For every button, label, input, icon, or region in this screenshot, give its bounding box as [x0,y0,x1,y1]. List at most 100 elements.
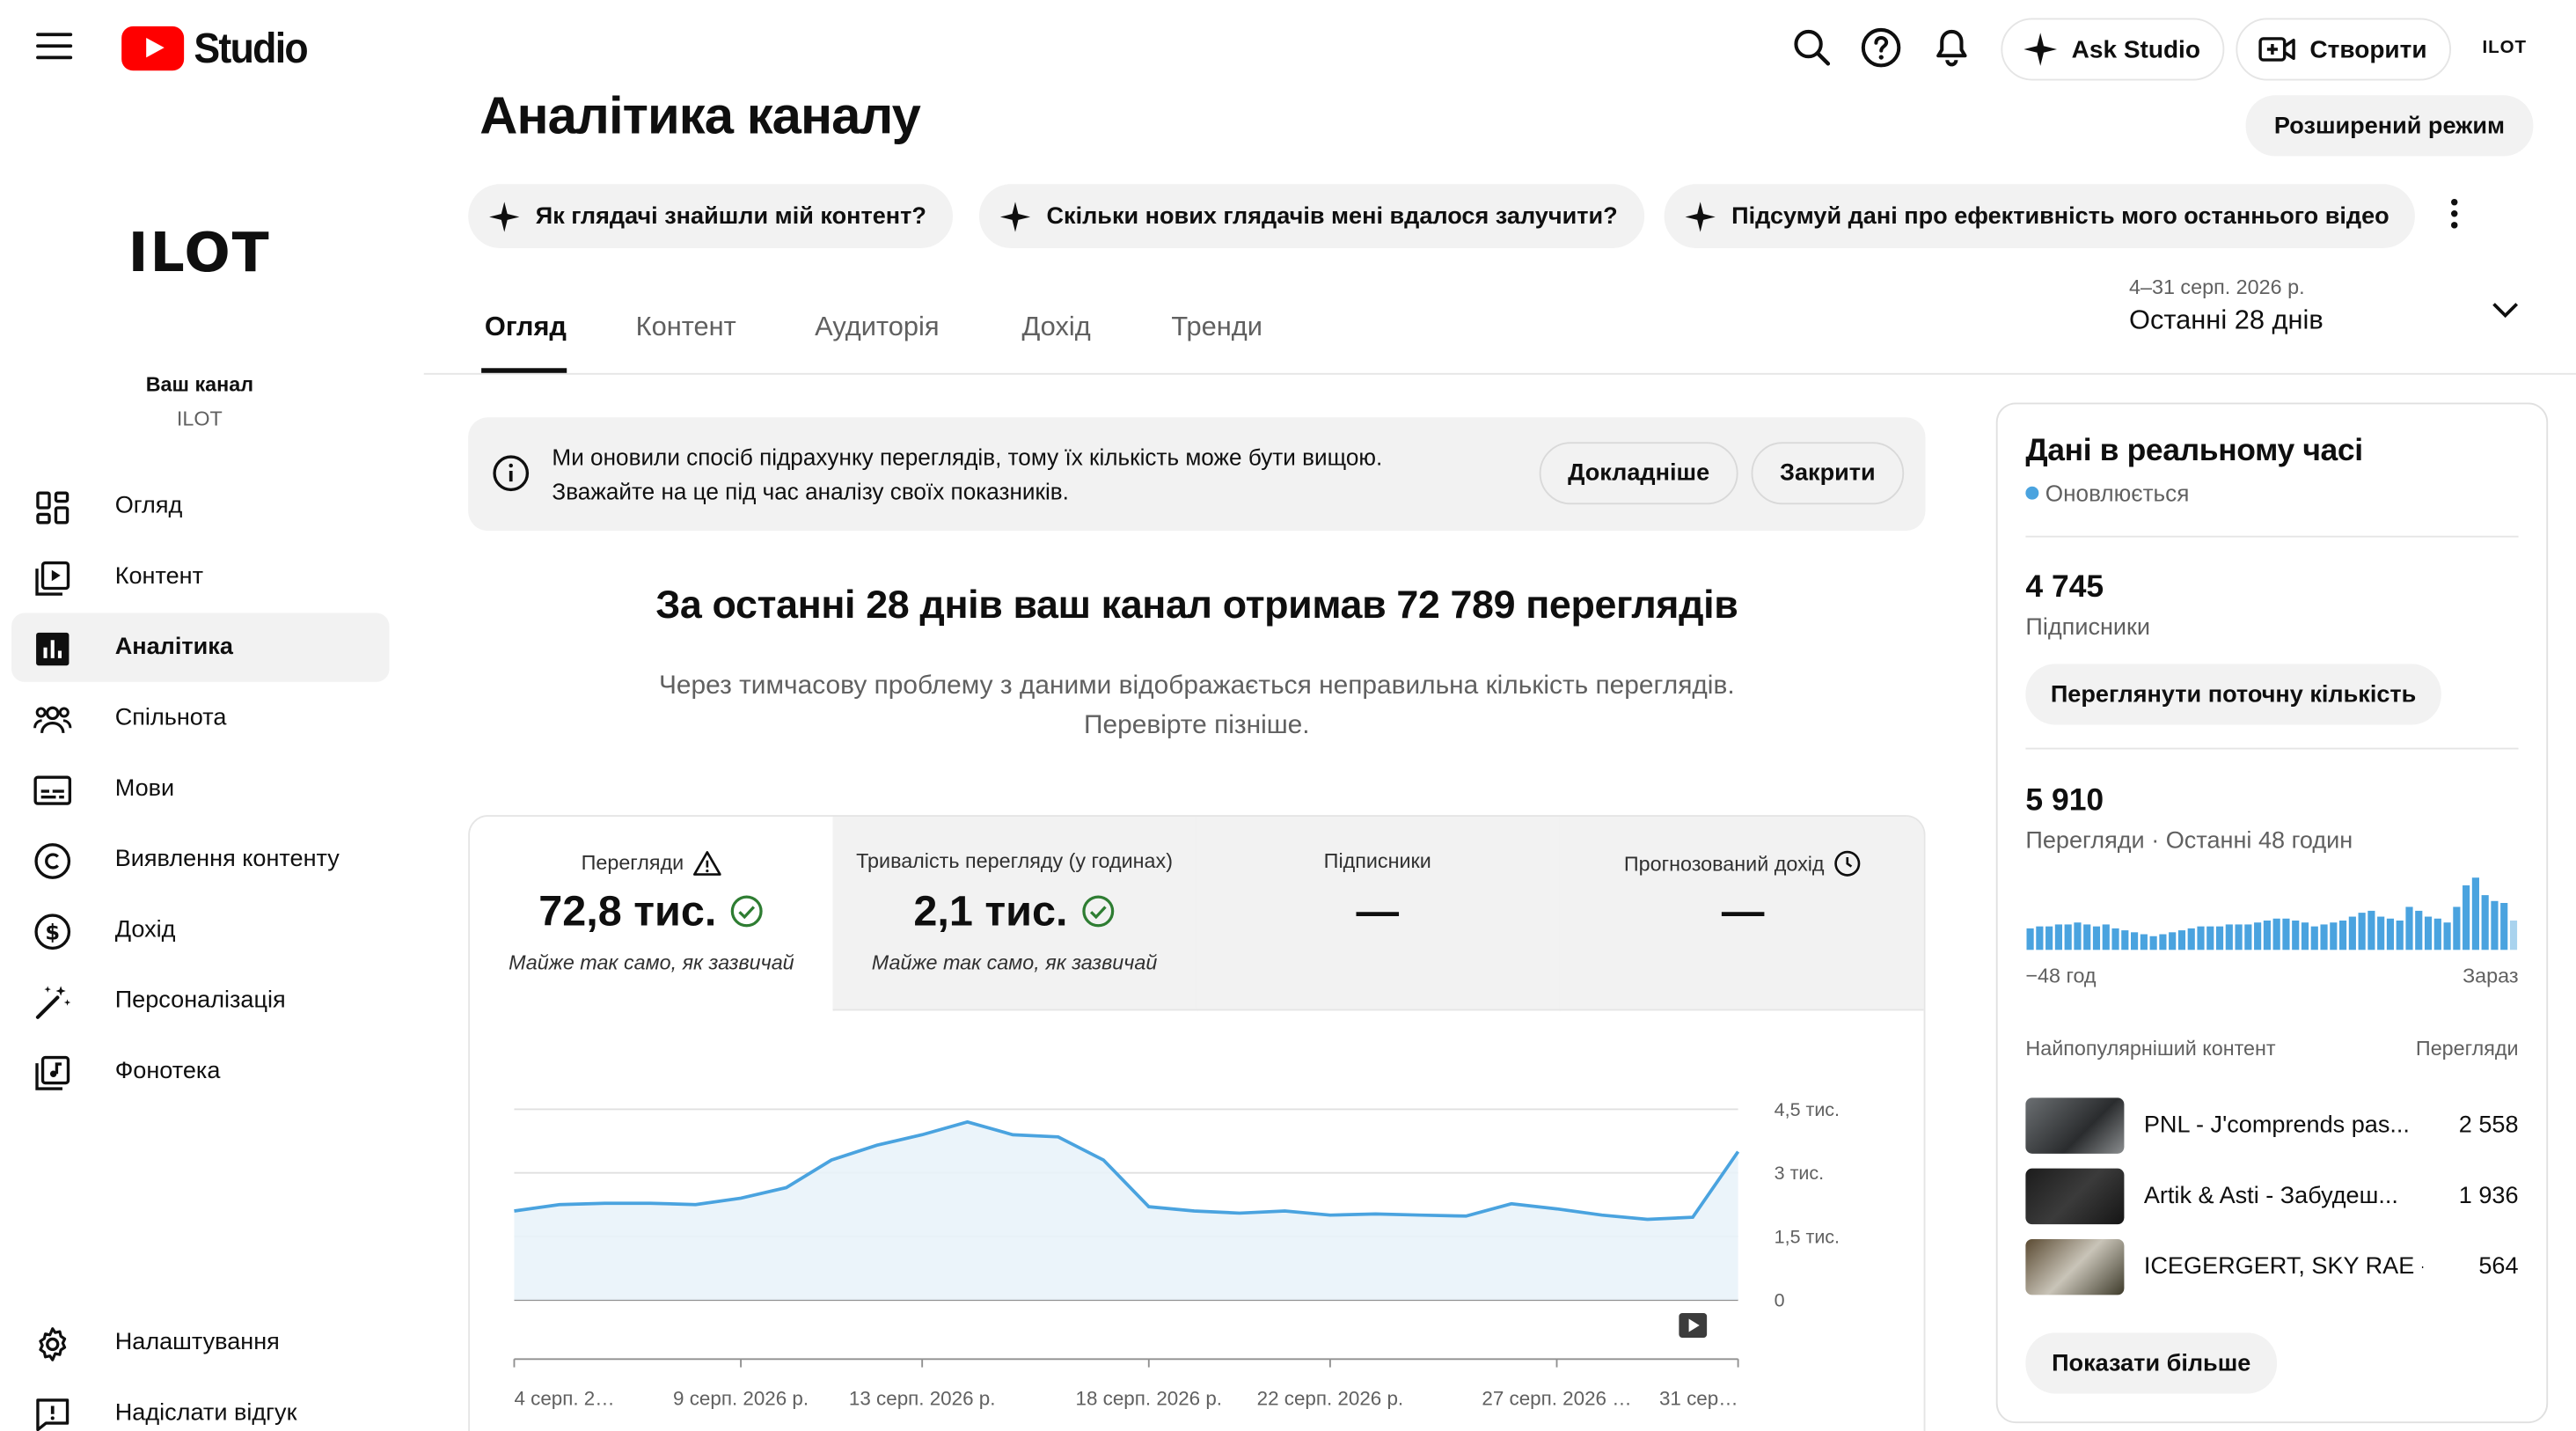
realtime-bar[interactable] [2187,928,2195,950]
menu-icon[interactable] [36,33,73,62]
chevron-down-icon[interactable] [2489,299,2521,322]
realtime-bar[interactable] [2348,916,2356,950]
realtime-bar[interactable] [2377,916,2385,950]
realtime-bar[interactable] [2083,924,2091,950]
realtime-bar[interactable] [2415,910,2423,950]
realtime-bar[interactable] [2244,924,2252,950]
more-options-icon[interactable] [2436,194,2472,233]
help-icon[interactable] [1860,26,1903,70]
metric-watch-time[interactable]: Тривалість перегляду (у годинах) 2,1 тис… [832,817,1198,1011]
realtime-bar[interactable] [2177,930,2186,950]
sidebar-item-community[interactable]: Спільнота [11,684,389,752]
tab-content[interactable]: Контент [636,312,736,343]
realtime-bar[interactable] [2102,924,2110,950]
realtime-bar[interactable] [2092,926,2101,950]
sidebar-item-customization[interactable]: Персоналізація [11,966,389,1035]
realtime-bar[interactable] [2036,926,2044,950]
realtime-bar[interactable] [2026,928,2034,950]
realtime-bar[interactable] [2386,918,2395,950]
tab-audience[interactable]: Аудиторія [815,312,939,343]
realtime-bar[interactable] [2358,913,2366,950]
suggestion-chip[interactable]: Підсумуй дані про ефективність мого оста… [1664,184,2416,248]
sidebar-item-feedback[interactable]: Надіслати відгук [11,1379,389,1431]
realtime-bar[interactable] [2292,920,2300,950]
realtime-bar[interactable] [2159,934,2167,950]
realtime-bar[interactable] [2338,920,2347,950]
realtime-bar[interactable] [2310,926,2318,950]
video-marker-icon[interactable] [1679,1312,1708,1338]
sidebar-item-settings[interactable]: Налаштування [11,1308,389,1376]
realtime-bar[interactable] [2074,922,2082,950]
suggestion-chip[interactable]: Як глядачі знайшли мій контент? [468,184,953,248]
metric-subscribers[interactable]: Підписники — [1196,817,1561,1011]
realtime-bar[interactable] [2471,877,2479,950]
realtime-bar[interactable] [2463,885,2470,950]
realtime-bar[interactable] [2272,918,2280,950]
realtime-bar[interactable] [2330,922,2338,950]
studio-logo[interactable]: Studio [121,23,317,74]
realtime-bar[interactable] [2140,934,2148,950]
realtime-bar[interactable] [2491,900,2499,950]
realtime-bar[interactable] [2282,918,2290,950]
realtime-bar[interactable] [2263,920,2271,950]
tab-revenue[interactable]: Дохід [1021,312,1090,343]
top-content-row[interactable]: Artik & Asti - Забудеш... 1 936 [2025,1168,2519,1228]
sidebar-item-content[interactable]: Контент [11,542,389,611]
sidebar-item-audio-library[interactable]: Фонотека [11,1037,389,1105]
info-notice: Ми оновили спосіб підрахунку переглядів,… [468,417,1926,532]
realtime-bar[interactable] [2054,924,2062,950]
realtime-bar[interactable] [2045,926,2053,950]
realtime-bar[interactable] [2433,918,2441,950]
sidebar-item-languages[interactable]: Мови [11,754,389,823]
view-current-count-button[interactable]: Переглянути поточну кількість [2025,664,2441,725]
realtime-bar[interactable] [2169,932,2177,950]
metric-estimated-revenue[interactable]: Прогнозований дохід — [1559,817,1924,1011]
realtime-bar[interactable] [2121,930,2129,950]
advanced-mode-button[interactable]: Розширений режим [2245,95,2534,157]
realtime-bar[interactable] [2064,924,2072,950]
realtime-bar[interactable] [2481,895,2489,950]
realtime-bar[interactable] [2443,922,2451,950]
sidebar-item-content-detection[interactable]: Виявлення контенту [11,825,389,893]
realtime-bar[interactable] [2235,924,2243,950]
realtime-bar[interactable] [2206,926,2214,950]
date-range-selector[interactable]: 4–31 серп. 2026 р. Останні 28 днів [2129,276,2324,337]
top-content-row[interactable]: ICEGERGERT, SKY RAE - ... 564 [2025,1238,2519,1298]
sidebar-item-dashboard[interactable]: Огляд [11,472,389,540]
realtime-bar[interactable] [2215,926,2224,950]
realtime-bar[interactable] [2500,903,2508,950]
realtime-bar[interactable] [2301,922,2309,950]
top-content-row[interactable]: PNL - J'comprends pas... 2 558 [2025,1097,2519,1156]
clock-icon[interactable] [1834,849,1862,877]
suggestion-chip[interactable]: Скільки нових глядачів мені вдалося залу… [978,184,1644,248]
create-button[interactable]: Створити [2236,18,2452,81]
metric-views[interactable]: Перегляди 72,8 тис. Майже так само, як з… [470,817,835,1011]
notifications-bell-icon[interactable] [1930,26,1973,70]
realtime-bar[interactable] [2367,910,2375,950]
realtime-bar[interactable] [2197,926,2205,950]
sidebar-item-analytics[interactable]: Аналітика [11,613,390,682]
realtime-bar[interactable] [2149,936,2157,950]
realtime-bar[interactable] [2254,922,2262,950]
search-icon[interactable] [1790,26,1833,70]
sidebar-item-earn[interactable]: $ Дохід [11,896,389,965]
channel-logo[interactable]: ILOT [128,220,271,284]
close-notice-button[interactable]: Закрити [1751,442,1905,505]
realtime-bar[interactable] [2424,916,2433,950]
realtime-bar[interactable] [2396,920,2404,950]
realtime-bar[interactable] [2320,924,2328,950]
account-avatar[interactable]: ILOT [2482,38,2527,57]
warning-icon[interactable] [693,849,722,876]
realtime-bar[interactable] [2509,920,2518,950]
tab-overview[interactable]: Огляд [485,312,567,343]
learn-more-button[interactable]: Докладніше [1539,442,1738,505]
realtime-bar[interactable] [2405,906,2413,950]
feedback-icon [36,1398,70,1431]
show-more-button[interactable]: Показати більше [2025,1332,2278,1394]
realtime-bar[interactable] [2131,932,2139,950]
realtime-bar[interactable] [2453,906,2461,950]
tab-trends[interactable]: Тренди [1171,312,1262,343]
realtime-bar[interactable] [2111,928,2119,950]
realtime-bar[interactable] [2225,924,2233,950]
ask-studio-button[interactable]: Ask Studio [2001,18,2225,81]
